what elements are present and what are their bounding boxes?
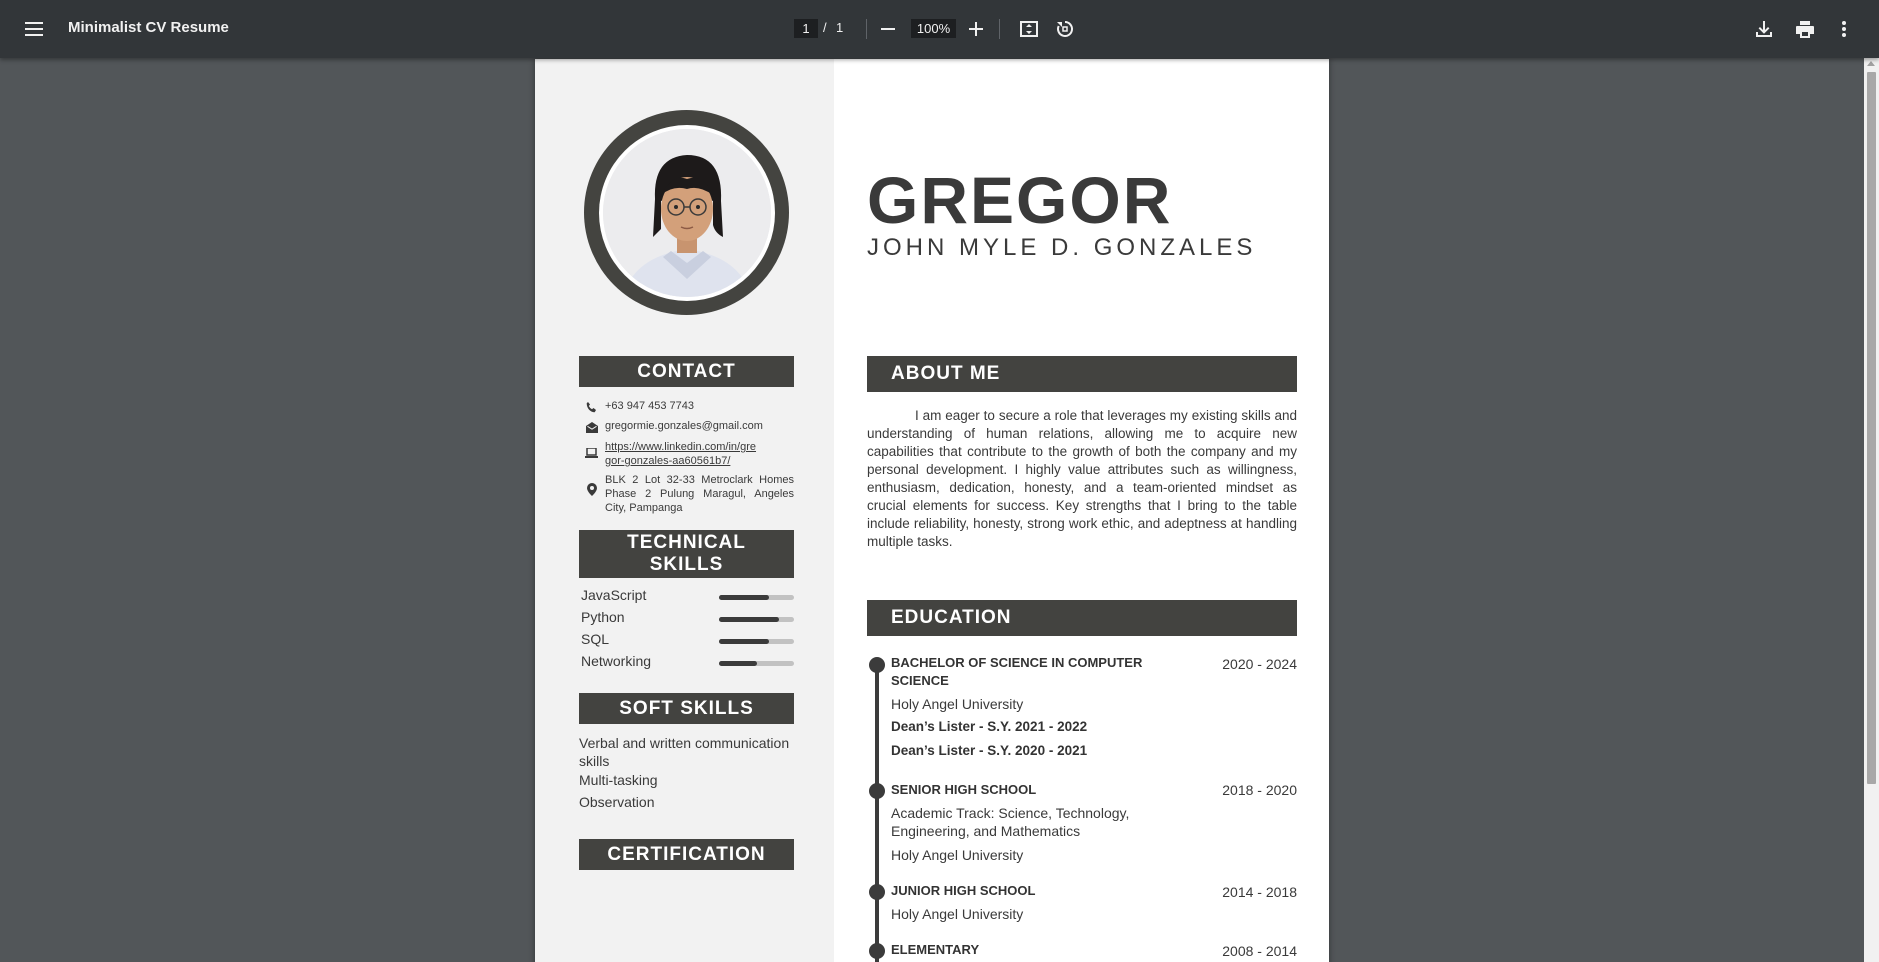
document-title: Minimalist CV Resume — [68, 19, 229, 36]
timeline-dot — [869, 783, 885, 799]
zoom-in-icon[interactable] — [958, 11, 994, 47]
linkedin-link[interactable]: https://www.linkedin.com/in/gre gor-gonz… — [605, 440, 756, 468]
skill-bar-fill — [719, 595, 770, 600]
certification-heading: CERTIFICATION — [579, 839, 794, 870]
skill-networking: Networking — [581, 653, 794, 671]
skill-name: SQL — [581, 631, 610, 647]
timeline-dot — [869, 657, 885, 673]
education-years: 2018 - 2020 — [1222, 782, 1297, 798]
soft-skill-item: Observation — [579, 794, 655, 810]
menu-icon[interactable] — [16, 11, 52, 47]
resume-sidebar: CONTACT +63 947 453 7743 gregormie.gonza… — [535, 59, 834, 962]
resume-main: GREGOR JOHN MYLE D. GONZALES ABOUT ME I … — [834, 59, 1329, 962]
about-text: I am eager to secure a role that leverag… — [867, 408, 1297, 549]
pdf-page: CONTACT +63 947 453 7743 gregormie.gonza… — [535, 59, 1329, 962]
skill-bar — [719, 595, 794, 600]
more-icon[interactable] — [1826, 11, 1862, 47]
soft-skills-heading: SOFT SKILLS — [579, 693, 794, 724]
contact-linkedin[interactable]: https://www.linkedin.com/in/gre gor-gonz… — [584, 440, 794, 468]
education-track: Academic Track: Science, Technology, Eng… — [891, 805, 1130, 839]
zoom-out-icon[interactable] — [870, 11, 906, 47]
technical-skills-heading-line1: TECHNICAL — [627, 532, 746, 553]
skill-bar — [719, 617, 794, 622]
page-total: 1 — [836, 20, 844, 35]
linkedin-link-line1[interactable]: https://www.linkedin.com/in/gre — [605, 440, 756, 454]
skill-bar — [719, 639, 794, 644]
fit-page-icon[interactable] — [1011, 11, 1047, 47]
education-school: Holy Angel University — [891, 906, 1024, 922]
toolbar-divider — [999, 19, 1000, 39]
email-text: gregormie.gonzales@gmail.com — [605, 420, 763, 432]
timeline-dot — [869, 884, 885, 900]
contact-heading: CONTACT — [579, 356, 794, 387]
skill-name: JavaScript — [581, 587, 647, 603]
page-separator: / — [823, 20, 827, 35]
pdf-toolbar: Minimalist CV Resume 1 / 1 100% — [0, 0, 1879, 58]
vertical-scrollbar[interactable] — [1864, 58, 1879, 962]
avatar — [584, 110, 789, 315]
print-icon[interactable] — [1787, 11, 1823, 47]
phone-icon — [584, 400, 599, 414]
education-honor: Dean’s Lister - S.Y. 2020 - 2021 — [891, 743, 1088, 758]
laptop-icon — [584, 446, 599, 460]
education-school: Holy Angel University — [891, 847, 1024, 863]
education-title: BACHELOR OF SCIENCE IN COMPUTER SCIENCE — [891, 655, 1143, 688]
skill-bar-fill — [719, 661, 757, 666]
skill-bar-fill — [719, 617, 779, 622]
education-title: SENIOR HIGH SCHOOL — [891, 782, 1037, 797]
education-heading: EDUCATION — [867, 600, 1297, 636]
zoom-input[interactable]: 100% — [911, 19, 956, 38]
timeline-dot — [869, 943, 885, 959]
education-years: 2008 - 2014 — [1222, 943, 1297, 959]
pdf-viewer[interactable]: CONTACT +63 947 453 7743 gregormie.gonza… — [0, 58, 1879, 962]
full-name: JOHN MYLE D. GONZALES — [867, 234, 1257, 261]
skill-sql: SQL — [581, 631, 794, 649]
address-text: BLK 2 Lot 32-33 Metroclark Homes Phase 2… — [605, 474, 794, 514]
first-name: GREGOR — [867, 163, 1173, 237]
skill-bar-fill — [719, 639, 770, 644]
education-title: ELEMENTARY — [891, 942, 980, 957]
technical-skills-heading-line2: SKILLS — [649, 554, 724, 575]
technical-skills-heading: TECHNICAL SKILLS — [579, 530, 794, 578]
skill-javascript: JavaScript — [581, 587, 794, 605]
skill-python: Python — [581, 609, 794, 627]
scrollbar-thumb[interactable] — [1867, 72, 1876, 784]
contact-email: gregormie.gonzales@gmail.com — [584, 420, 794, 434]
page-number-input[interactable]: 1 — [794, 19, 818, 38]
mail-icon — [584, 420, 599, 434]
download-icon[interactable] — [1746, 11, 1782, 47]
toolbar-divider — [866, 19, 867, 39]
skill-name: Python — [581, 609, 625, 625]
location-pin-icon — [584, 482, 599, 496]
soft-skill-item: Multi-tasking — [579, 772, 658, 788]
scroll-up-icon[interactable] — [1867, 61, 1875, 66]
contact-address: BLK 2 Lot 32-33 Metroclark Homes Phase 2… — [584, 473, 794, 515]
education-honor: Dean’s Lister - S.Y. 2021 - 2022 — [891, 719, 1088, 734]
soft-skill-item: Verbal and written communication skills — [579, 735, 790, 769]
phone-text: +63 947 453 7743 — [605, 400, 695, 412]
education-school: Holy Angel University — [891, 696, 1024, 712]
skill-bar — [719, 661, 794, 666]
rotate-icon[interactable] — [1047, 11, 1083, 47]
linkedin-link-line2[interactable]: gor-gonzales-aa60561b7/ — [605, 454, 756, 468]
profile-photo — [602, 128, 771, 297]
education-years: 2014 - 2018 — [1222, 884, 1297, 900]
about-heading: ABOUT ME — [867, 356, 1297, 392]
skill-name: Networking — [581, 653, 652, 669]
contact-phone: +63 947 453 7743 — [584, 400, 794, 414]
education-years: 2020 - 2024 — [1222, 656, 1297, 672]
education-timeline — [875, 663, 879, 962]
education-title: JUNIOR HIGH SCHOOL — [891, 883, 1036, 898]
